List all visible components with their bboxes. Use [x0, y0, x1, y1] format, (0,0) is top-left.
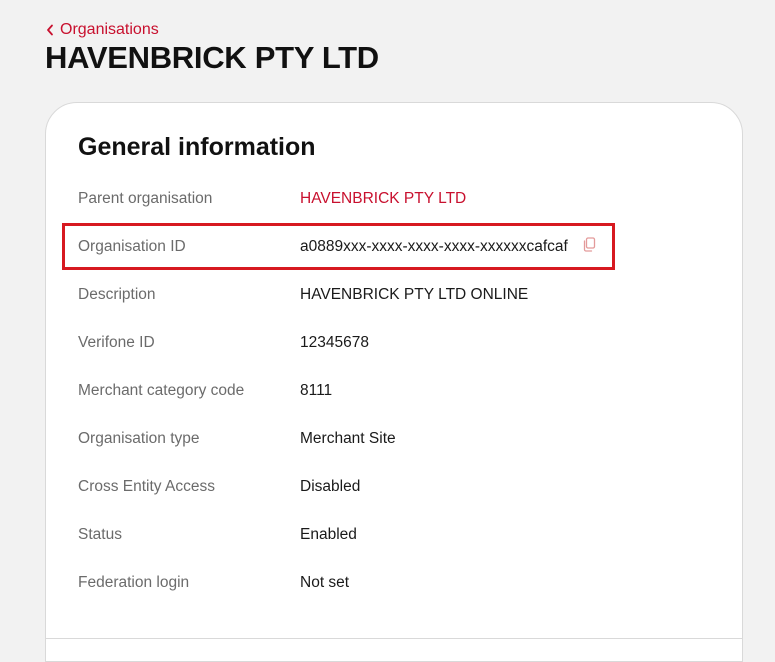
info-value: Not set	[300, 574, 350, 591]
info-label: Parent organisation	[78, 190, 213, 207]
parent-organisation-link[interactable]: HAVENBRICK PTY LTD	[300, 190, 466, 208]
info-row-verifone-id: Verifone ID 12345678	[78, 319, 718, 367]
info-row-cross-entity-access: Cross Entity Access Disabled	[78, 463, 718, 511]
info-list: Parent organisation HAVENBRICK PTY LTD O…	[78, 175, 718, 607]
card-title: General information	[78, 133, 316, 161]
info-value: 12345678	[300, 334, 369, 351]
back-to-organisations-link[interactable]: Organisations	[46, 21, 159, 39]
general-information-card: General information Parent organisation …	[45, 102, 743, 662]
info-row-organisation-type: Organisation type Merchant Site	[78, 415, 718, 463]
organisation-id-value-group: a0889xxx-xxxx-xxxx-xxxx-xxxxxxcafcaf	[300, 237, 598, 257]
info-row-status: Status Enabled	[78, 511, 718, 559]
copy-icon	[582, 237, 596, 257]
card-divider	[46, 638, 742, 639]
info-row-merchant-category-code: Merchant category code 8111	[78, 367, 718, 415]
info-value: 8111	[300, 382, 333, 399]
info-value: HAVENBRICK PTY LTD ONLINE	[300, 286, 529, 303]
info-row-parent-organisation: Parent organisation HAVENBRICK PTY LTD	[78, 175, 718, 223]
copy-organisation-id-button[interactable]	[580, 237, 598, 257]
info-value: Enabled	[300, 526, 357, 543]
chevron-left-icon	[46, 24, 54, 36]
info-label: Verifone ID	[78, 334, 155, 351]
info-row-organisation-id: Organisation ID a0889xxx-xxxx-xxxx-xxxx-…	[78, 223, 718, 271]
organisation-id-value: a0889xxx-xxxx-xxxx-xxxx-xxxxxxcafcaf	[300, 238, 568, 255]
info-label: Cross Entity Access	[78, 478, 215, 495]
back-link-label: Organisations	[60, 21, 159, 38]
info-label: Federation login	[78, 574, 190, 591]
info-label: Status	[78, 526, 122, 543]
info-row-federation-login: Federation login Not set	[78, 559, 718, 607]
page-title: HAVENBRICK PTY LTD	[45, 40, 379, 75]
info-label: Organisation ID	[78, 238, 186, 255]
info-label: Description	[78, 286, 156, 303]
info-label: Organisation type	[78, 430, 200, 447]
info-value: Disabled	[300, 478, 361, 495]
info-value: Merchant Site	[300, 430, 396, 447]
info-row-description: Description HAVENBRICK PTY LTD ONLINE	[78, 271, 718, 319]
info-label: Merchant category code	[78, 382, 245, 399]
